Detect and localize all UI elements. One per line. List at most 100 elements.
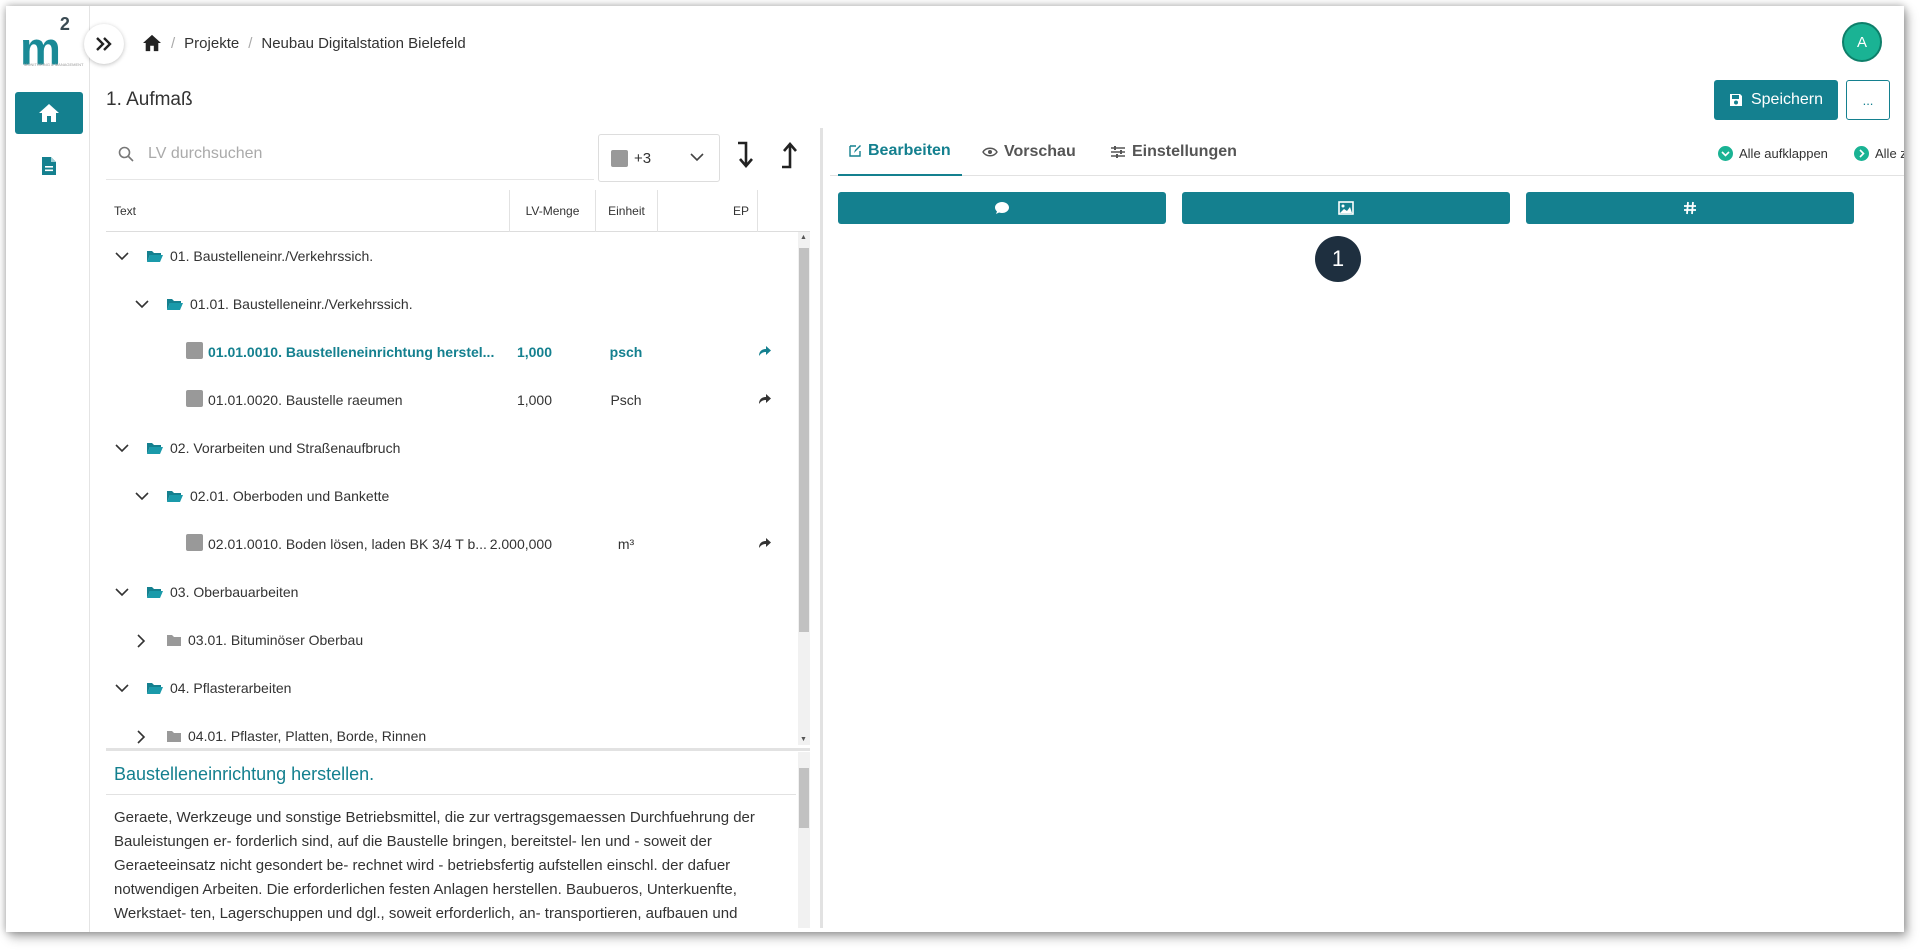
folder-closed-icon	[167, 731, 181, 742]
tree-row-einheit: psch	[609, 344, 643, 360]
tab-einstellungen[interactable]: Einstellungen	[1110, 128, 1237, 176]
step-marker: 1	[1315, 236, 1361, 282]
panel-splitter[interactable]	[106, 748, 810, 751]
folder-open-icon	[147, 587, 163, 598]
comment-icon	[995, 202, 1009, 214]
chevron-down-icon[interactable]	[134, 489, 150, 503]
panel-divider[interactable]	[820, 128, 823, 928]
tree-row-label: 01.01. Baustelleneinr./Verkehrssich.	[190, 296, 413, 312]
sliders-icon	[1111, 146, 1125, 158]
chevron-down-icon[interactable]	[114, 681, 130, 695]
expand-sidebar-button[interactable]	[84, 24, 124, 64]
eye-icon	[982, 147, 998, 157]
home-icon[interactable]	[142, 34, 162, 52]
tree-row-label: 02. Vorarbeiten und Straßenaufbruch	[170, 440, 401, 456]
chevron-right-icon[interactable]	[134, 633, 148, 649]
tree-row-position[interactable]: 01.01.0020. Baustelle raeumen 1,000 Psch	[106, 376, 786, 424]
detail-scrollbar[interactable]	[798, 752, 810, 928]
breadcrumb: / Projekte / Neubau Digitalstation Biele…	[142, 34, 466, 52]
chevron-down-icon[interactable]	[114, 441, 130, 455]
column-header-einheit[interactable]: Einheit	[596, 190, 658, 232]
lv-tree: 01. Baustelleneinr./Verkehrssich. 01.01.…	[106, 232, 810, 745]
tree-scrollbar[interactable]: ▲ ▼	[798, 232, 810, 745]
tab-label: Einstellungen	[1132, 143, 1237, 160]
scroll-up-icon[interactable]: ▲	[800, 234, 807, 241]
tree-row-menge: 1,000	[516, 344, 552, 360]
folder-open-icon	[167, 299, 183, 310]
filter-select[interactable]: +3	[598, 134, 720, 182]
sort-down-arrow-icon[interactable]	[734, 140, 756, 170]
app-window: m2 MONITORING & MANAGEMENT / Projekte / …	[6, 6, 1904, 932]
hashtag-icon	[1684, 201, 1696, 215]
tree-row[interactable]: 02.01. Oberboden und Bankette	[106, 472, 786, 520]
divider	[106, 794, 796, 795]
document-icon	[42, 157, 56, 175]
detail-text: Geraete, Werkzeuge und sonstige Betriebs…	[114, 809, 755, 922]
status-square-icon	[186, 390, 203, 407]
column-header-text[interactable]: Text	[106, 190, 510, 232]
status-square-icon	[186, 534, 203, 551]
breadcrumb-separator: /	[248, 34, 253, 52]
collapse-all-label: Alle zuklappen	[1875, 146, 1904, 161]
search-icon	[118, 146, 134, 162]
sidebar-item-home[interactable]	[15, 92, 83, 134]
tree-row-menge: 1,000	[516, 392, 552, 408]
tree-row[interactable]: 01. Baustelleneinr./Verkehrssich.	[106, 232, 786, 280]
sidebar-item-documents[interactable]	[15, 146, 83, 186]
expand-all-link[interactable]: Alle aufklappen	[1718, 146, 1828, 161]
tree-row-label: 01.01.0020. Baustelle raeumen	[208, 392, 403, 408]
tree-row[interactable]: 03. Oberbauarbeiten	[106, 568, 786, 616]
tree-row[interactable]: 04.01. Pflaster, Platten, Borde, Rinnen	[106, 712, 786, 745]
tree-row-einheit: Psch	[610, 392, 642, 408]
main-area: / Projekte / Neubau Digitalstation Biele…	[84, 6, 1904, 932]
tree-row-label: 04.01. Pflaster, Platten, Borde, Rinnen	[188, 728, 427, 744]
chevron-down-circle-icon	[1718, 146, 1733, 161]
search-input[interactable]: LV durchsuchen	[148, 145, 262, 163]
tree-row[interactable]: 02. Vorarbeiten und Straßenaufbruch	[106, 424, 786, 472]
edit-icon	[849, 145, 861, 157]
tree-row-position-active[interactable]: 01.01.0010. Baustelleneinrichtung herste…	[106, 328, 786, 376]
tree-row-menge: 2.000,000	[489, 536, 552, 552]
collapse-all-link[interactable]: Alle zuklappen	[1854, 146, 1904, 161]
tab-bar: Bearbeiten Vorschau Einstellungen Alle a…	[830, 128, 1904, 176]
scrollbar-thumb[interactable]	[799, 768, 809, 828]
save-button[interactable]: Speichern	[1714, 80, 1838, 120]
more-button[interactable]: ...	[1846, 80, 1890, 120]
add-measurement-button[interactable]	[1526, 192, 1854, 224]
chevron-right-icon[interactable]	[134, 729, 148, 745]
scroll-down-icon[interactable]: ▼	[800, 736, 807, 743]
column-header-ep[interactable]: EP	[658, 190, 758, 232]
sort-up-arrow-icon[interactable]	[778, 140, 800, 170]
image-icon	[1338, 201, 1354, 215]
user-avatar[interactable]: A	[1842, 22, 1882, 62]
add-image-button[interactable]	[1182, 192, 1510, 224]
folder-open-icon	[147, 683, 163, 694]
editor-panel: Bearbeiten Vorschau Einstellungen Alle a…	[830, 128, 1904, 928]
tab-vorschau[interactable]: Vorschau	[982, 128, 1076, 176]
tree-row[interactable]: 04. Pflasterarbeiten	[106, 664, 786, 712]
column-header-lv-menge[interactable]: LV-Menge	[510, 190, 596, 232]
breadcrumb-projects[interactable]: Projekte	[184, 35, 239, 52]
add-comment-button[interactable]	[838, 192, 1166, 224]
tab-bearbeiten[interactable]: Bearbeiten	[838, 128, 962, 176]
search-bar[interactable]: LV durchsuchen	[106, 128, 594, 180]
chevron-down-icon	[690, 153, 704, 162]
tree-row[interactable]: 01.01. Baustelleneinr./Verkehrssich.	[106, 280, 786, 328]
folder-open-icon	[167, 491, 183, 502]
scrollbar-thumb[interactable]	[799, 248, 809, 632]
chevron-down-icon[interactable]	[134, 297, 150, 311]
tree-row[interactable]: 03.01. Bituminöser Oberbau	[106, 616, 786, 664]
tree-row-label: 04. Pflasterarbeiten	[170, 680, 292, 696]
share-arrow-icon[interactable]	[758, 393, 772, 405]
sidebar: m2 MONITORING & MANAGEMENT	[6, 6, 90, 932]
tree-row-label: 02.01. Oberboden und Bankette	[190, 488, 390, 504]
chevron-down-icon[interactable]	[114, 249, 130, 263]
tab-label: Vorschau	[1004, 143, 1076, 160]
lv-panel: LV durchsuchen +3 Text LV-Menge Einheit …	[106, 128, 810, 928]
tree-row-position[interactable]: 02.01.0010. Boden lösen, laden BK 3/4 T …	[106, 520, 786, 568]
home-icon	[39, 104, 59, 122]
chevron-down-icon[interactable]	[114, 585, 130, 599]
share-arrow-icon[interactable]	[758, 345, 772, 357]
double-chevron-right-icon	[96, 37, 112, 51]
share-arrow-icon[interactable]	[758, 537, 772, 549]
